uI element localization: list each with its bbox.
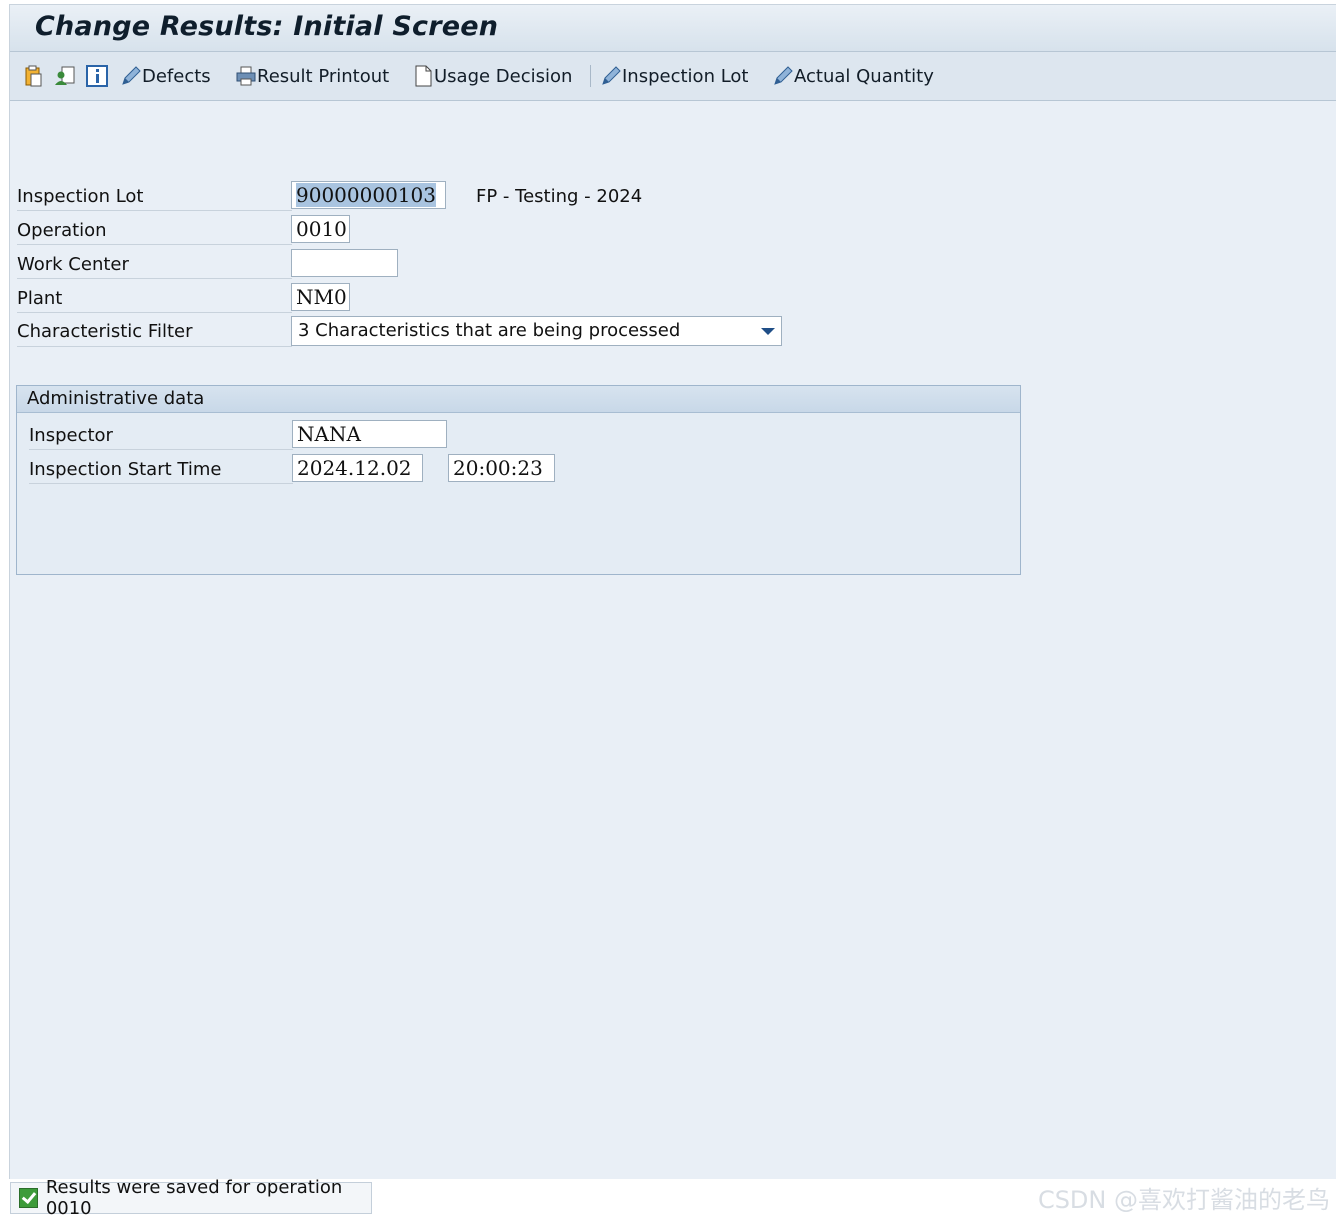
operation-field[interactable]: 0010 (291, 215, 350, 243)
pencil-icon (600, 65, 622, 87)
divider (17, 346, 292, 347)
title-bar: Change Results: Initial Screen (10, 5, 1336, 52)
administrative-data-group: Administrative data Inspector NANA Inspe… (16, 385, 1021, 575)
usage-decision-label: Usage Decision (434, 65, 573, 87)
document-icon (412, 65, 434, 87)
usage-decision-button[interactable]: Usage Decision (412, 64, 572, 88)
inspection-lot-description: FP - Testing - 2024 (476, 186, 643, 207)
inspector-field[interactable]: NANA (292, 420, 447, 448)
divider (17, 210, 292, 211)
start-time-field[interactable]: 20:00:23 (448, 454, 555, 482)
plant-label: Plant (17, 288, 63, 309)
defects-button[interactable]: Defects (120, 64, 211, 88)
divider (29, 483, 293, 484)
inspection-lot-label: Inspection Lot (17, 186, 144, 207)
actual-quantity-label: Actual Quantity (794, 65, 934, 87)
application-toolbar: Defects Result Printout Usage Decision I… (10, 52, 1336, 101)
info-button[interactable] (86, 64, 108, 88)
divider (17, 278, 292, 279)
status-bar[interactable]: Results were saved for operation 0010 (10, 1177, 372, 1219)
divider (17, 244, 292, 245)
inspection-lot-value: 90000000103 (296, 183, 436, 207)
inspection-lot-button[interactable]: Inspection Lot (600, 64, 748, 88)
pencil-icon (120, 65, 142, 87)
defects-label: Defects (142, 65, 211, 87)
person-settings-icon (54, 65, 76, 87)
actual-quantity-button[interactable]: Actual Quantity (772, 64, 934, 88)
operation-label: Operation (17, 220, 107, 241)
result-printout-label: Result Printout (257, 65, 390, 87)
copy-button[interactable] (22, 64, 44, 88)
inspection-lot-field[interactable]: 90000000103 (291, 181, 446, 209)
screen-title: Change Results: Initial Screen (35, 11, 499, 42)
plant-field[interactable]: NM01 (291, 283, 350, 311)
chevron-down-icon[interactable] (761, 328, 775, 335)
divider (17, 312, 292, 313)
pencil-icon (772, 65, 794, 87)
characteristic-filter-dropdown[interactable]: 3 Characteristics that are being process… (291, 316, 782, 346)
watermark: CSDN @喜欢打酱油的老鸟 (1037, 1186, 1330, 1214)
toolbar-separator (590, 65, 591, 87)
success-check-icon (19, 1188, 38, 1208)
characteristic-filter-label: Characteristic Filter (17, 321, 193, 342)
sap-window: Change Results: Initial Screen Defects R… (9, 4, 1336, 1179)
result-printout-button[interactable]: Result Printout (235, 64, 389, 88)
characteristic-filter-value: 3 Characteristics that are being process… (298, 320, 681, 341)
start-date-field[interactable]: 2024.12.02 (292, 454, 423, 482)
work-center-label: Work Center (17, 254, 129, 275)
work-center-field[interactable] (291, 249, 398, 277)
printer-icon (235, 65, 257, 87)
clipboard-icon (22, 65, 44, 87)
user-settings-button[interactable] (54, 64, 76, 88)
inspector-label: Inspector (29, 425, 113, 446)
divider (29, 449, 293, 450)
status-message: Results were saved for operation 0010 (45, 1177, 343, 1219)
inspection-lot-label: Inspection Lot (622, 65, 749, 87)
inspection-start-time-label: Inspection Start Time (29, 459, 222, 480)
info-icon (86, 65, 108, 87)
group-title: Administrative data (17, 386, 1020, 413)
